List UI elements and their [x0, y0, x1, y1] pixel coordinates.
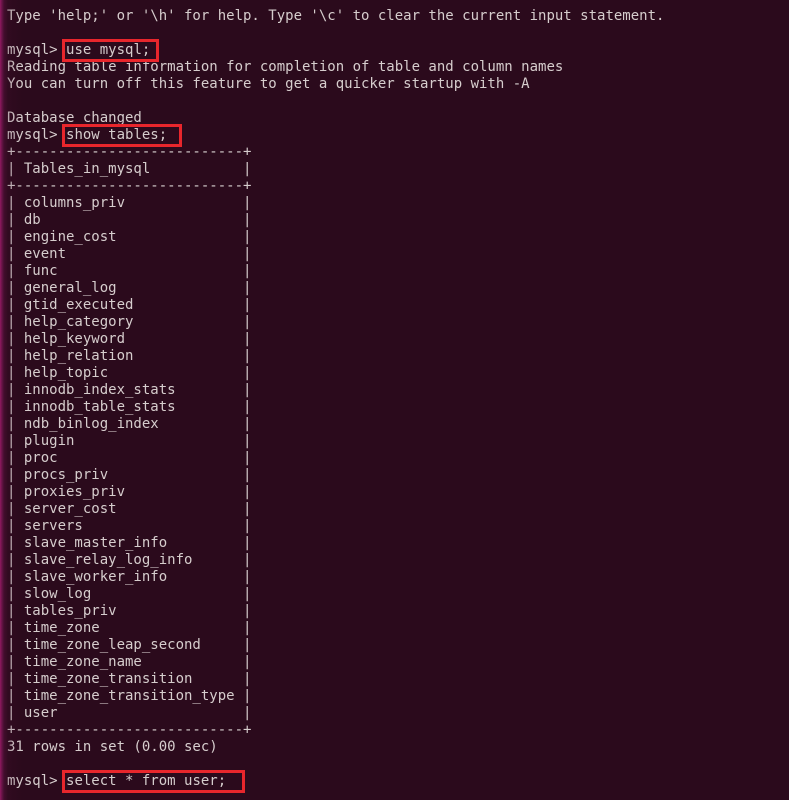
table-row: | procs_priv |: [7, 467, 252, 483]
table-row: | func |: [7, 263, 252, 279]
terminal-window[interactable]: Type 'help;' or '\h' for help. Type '\c'…: [0, 0, 789, 800]
table-row: | slave_relay_log_info |: [7, 552, 252, 568]
table-rows-container: | columns_priv | | db | | engine_cost | | e…: [7, 195, 664, 722]
table-row: | servers |: [7, 518, 252, 534]
table-row: | time_zone_name |: [7, 654, 252, 670]
message-turn-off-feature: You can turn off this feature to get a q…: [7, 76, 530, 92]
table-row: | innodb_index_stats |: [7, 382, 252, 398]
table-row: | columns_priv |: [7, 195, 252, 211]
prompt-line-select-user[interactable]: mysql> select * from user;: [7, 770, 664, 793]
table-row: | innodb_table_stats |: [7, 399, 252, 415]
table-row: | general_log |: [7, 280, 252, 296]
table-row: | slow_log |: [7, 586, 252, 602]
table-row: | time_zone_transition_type |: [7, 688, 252, 704]
table-row: | time_zone_leap_second |: [7, 637, 252, 653]
terminal-screen: Type 'help;' or '\h' for help. Type '\c'…: [7, 8, 665, 793]
message-reading-table-info: Reading table information for completion…: [7, 59, 564, 75]
table-row: | slave_worker_info |: [7, 569, 252, 585]
table-row: | gtid_executed |: [7, 297, 252, 313]
table-header-text: | Tables_in_mysql |: [7, 161, 252, 177]
table-row: | time_zone_transition |: [7, 671, 252, 687]
table-border-top: +---------------------------+: [7, 144, 252, 160]
command-select-user[interactable]: select * from user;: [66, 773, 226, 789]
message-database-changed: Database changed: [7, 110, 142, 126]
table-row: | proc |: [7, 450, 252, 466]
prompt-label: mysql>: [7, 42, 67, 58]
table-row: | help_relation |: [7, 348, 252, 364]
table-border-bottom: +---------------------------+: [7, 722, 252, 738]
table-row: | plugin |: [7, 433, 252, 449]
prompt-label: mysql>: [7, 127, 67, 143]
table-row: | help_topic |: [7, 365, 252, 381]
table-border-mid: +---------------------------+: [7, 178, 252, 194]
table-row: | server_cost |: [7, 501, 252, 517]
table-row: | help_keyword |: [7, 331, 252, 347]
table-row: | proxies_priv |: [7, 484, 252, 500]
command-show-tables[interactable]: show tables;: [66, 127, 167, 143]
command-use-mysql[interactable]: use mysql;: [66, 42, 150, 58]
table-row: | tables_priv |: [7, 603, 252, 619]
table-row: | event |: [7, 246, 252, 262]
table-row: | time_zone |: [7, 620, 252, 636]
intro-message: Type 'help;' or '\h' for help. Type '\c'…: [7, 8, 665, 24]
message-rows-in-set: 31 rows in set (0.00 sec): [7, 739, 218, 755]
prompt-line-show-tables[interactable]: mysql> show tables;: [7, 124, 664, 147]
prompt-line-use-mysql[interactable]: mysql> use mysql;: [7, 39, 664, 62]
prompt-label: mysql>: [7, 773, 67, 789]
table-row: | help_category |: [7, 314, 252, 330]
table-column-header-row: | Tables_in_mysql |: [7, 161, 664, 178]
table-row: | db |: [7, 212, 252, 228]
table-row: | ndb_binlog_index |: [7, 416, 252, 432]
table-row: | slave_master_info |: [7, 535, 252, 551]
table-row: | user |: [7, 705, 252, 721]
table-row: | engine_cost |: [7, 229, 252, 245]
